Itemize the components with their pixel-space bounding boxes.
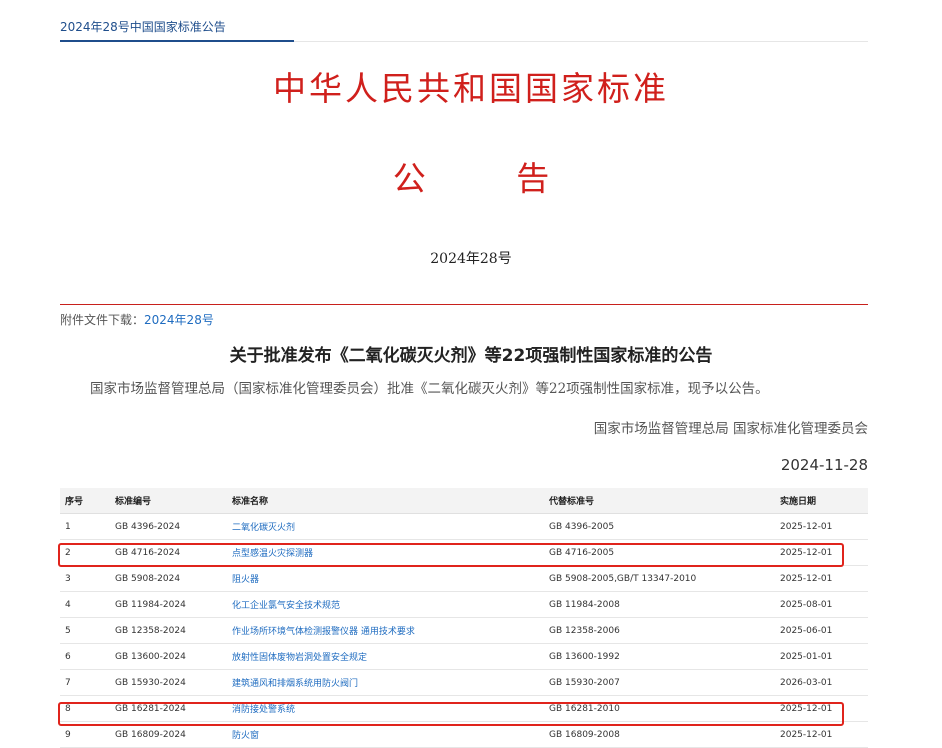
top-divider [294, 41, 868, 42]
attachment-label: 附件文件下载： [60, 313, 145, 327]
table-row: 7 GB 15930-2024 建筑通风和排烟系统用防火阀门 GB 15930-200… [60, 669, 868, 696]
cell-std-name[interactable]: 化工企业氯气安全技术规范 [227, 591, 544, 618]
cell-effective-date: 2026-03-01 [775, 669, 868, 696]
cell-std-name[interactable]: 放射性固体废物岩洞处置安全规定 [227, 643, 544, 670]
table-row: 9 GB 16809-2024 防火窗 GB 16809-2008 2025-12-01 [60, 721, 868, 748]
cell-replaced: GB 4716-2005 [544, 539, 775, 566]
cell-std-no: GB 16281-2024 [110, 695, 227, 722]
cell-std-no: GB 13600-2024 [110, 643, 227, 670]
cell-replaced: GB 13600-1992 [544, 643, 775, 670]
cell-replaced: GB 16281-2010 [544, 695, 775, 722]
cell-effective-date: 2025-12-01 [775, 695, 868, 722]
page-title: 中华人民共和国国家标准 [273, 69, 669, 108]
cell-seq: 2 [60, 539, 110, 566]
cell-seq: 6 [60, 643, 110, 670]
cell-std-name[interactable]: 消防接处警系统 [227, 695, 544, 722]
cell-std-no: GB 4396-2024 [110, 513, 227, 540]
cell-effective-date: 2025-12-01 [775, 721, 868, 748]
cell-seq: 4 [60, 591, 110, 618]
cell-effective-date: 2025-06-01 [775, 617, 868, 644]
cell-effective-date: 2025-08-01 [775, 591, 868, 618]
red-divider [60, 304, 868, 305]
cell-seq: 8 [60, 695, 110, 722]
cell-replaced: GB 11984-2008 [544, 591, 775, 618]
cell-effective-date: 2025-12-01 [775, 565, 868, 592]
table-row: 8 GB 16281-2024 消防接处警系统 GB 16281-2010 2025-1… [60, 695, 868, 722]
cell-replaced: GB 12358-2006 [544, 617, 775, 644]
cell-std-name[interactable]: 阻火器 [227, 565, 544, 592]
header-std-name: 标准名称 [227, 488, 544, 514]
cell-std-no: GB 11984-2024 [110, 591, 227, 618]
table-row: 4 GB 11984-2024 化工企业氯气安全技术规范 GB 11984-2008 2… [60, 591, 868, 618]
attachment-download-link[interactable]: 2024年28号 [144, 313, 214, 327]
cell-replaced: GB 5908-2005,GB/T 13347-2010 [544, 565, 775, 592]
tab-announcement[interactable]: 2024年28号中国国家标准公告 [60, 18, 226, 35]
cell-std-name[interactable]: 作业场所环境气体检测报警仪器 通用技术要求 [227, 617, 544, 644]
cell-std-no: GB 12358-2024 [110, 617, 227, 644]
cell-std-no: GB 4716-2024 [110, 539, 227, 566]
cell-effective-date: 2025-12-01 [775, 539, 868, 566]
cell-seq: 5 [60, 617, 110, 644]
cell-effective-date: 2025-12-01 [775, 513, 868, 540]
cell-std-no: GB 16809-2024 [110, 721, 227, 748]
standards-table: 序号 标准编号 标准名称 代替标准号 实施日期 1 GB 4396-2024 二氧化… [60, 488, 868, 748]
cell-replaced: GB 4396-2005 [544, 513, 775, 540]
table-row: 3 GB 5908-2024 阻火器 GB 5908-2005,GB/T 13347-… [60, 565, 868, 592]
issue-number: 2024年28号 [430, 251, 512, 267]
attachment-row: 附件文件下载：2024年28号 [60, 311, 214, 328]
cell-std-name[interactable]: 二氧化碳灭火剂 [227, 513, 544, 540]
header-seq: 序号 [60, 488, 110, 514]
notice-title: 关于批准发布《二氧化碳灭火剂》等22项强制性国家标准的公告 [229, 346, 713, 366]
notice-body: 国家市场监督管理总局（国家标准化管理委员会）批准《二氧化碳灭火剂》等22项强制性… [90, 381, 769, 397]
table-row: 2 GB 4716-2024 点型感温火灾探测器 GB 4716-2005 2025-1… [60, 539, 868, 566]
table-row: 1 GB 4396-2024 二氧化碳灭火剂 GB 4396-2005 2025-12-… [60, 513, 868, 540]
header-std-no: 标准编号 [110, 488, 227, 514]
header-effective-date: 实施日期 [775, 488, 868, 514]
page-subtitle: 公 告 [392, 159, 590, 198]
table-row: 5 GB 12358-2024 作业场所环境气体检测报警仪器 通用技术要求 GB 12… [60, 617, 868, 644]
cell-std-no: GB 5908-2024 [110, 565, 227, 592]
cell-seq: 7 [60, 669, 110, 696]
notice-date: 2024-11-28 [780, 456, 868, 474]
table-header-row: 序号 标准编号 标准名称 代替标准号 实施日期 [60, 488, 868, 514]
cell-seq: 1 [60, 513, 110, 540]
cell-std-name[interactable]: 点型感温火灾探测器 [227, 539, 544, 566]
header-replaced: 代替标准号 [544, 488, 775, 514]
cell-std-name[interactable]: 建筑通风和排烟系统用防火阀门 [227, 669, 544, 696]
cell-replaced: GB 15930-2007 [544, 669, 775, 696]
cell-seq: 3 [60, 565, 110, 592]
active-tab-indicator [60, 40, 294, 42]
notice-signature: 国家市场监督管理总局 国家标准化管理委员会 [593, 421, 868, 437]
cell-replaced: GB 16809-2008 [544, 721, 775, 748]
cell-std-name[interactable]: 防火窗 [227, 721, 544, 748]
cell-seq: 9 [60, 721, 110, 748]
cell-effective-date: 2025-01-01 [775, 643, 868, 670]
table-row: 6 GB 13600-2024 放射性固体废物岩洞处置安全规定 GB 13600-19… [60, 643, 868, 670]
cell-std-no: GB 15930-2024 [110, 669, 227, 696]
